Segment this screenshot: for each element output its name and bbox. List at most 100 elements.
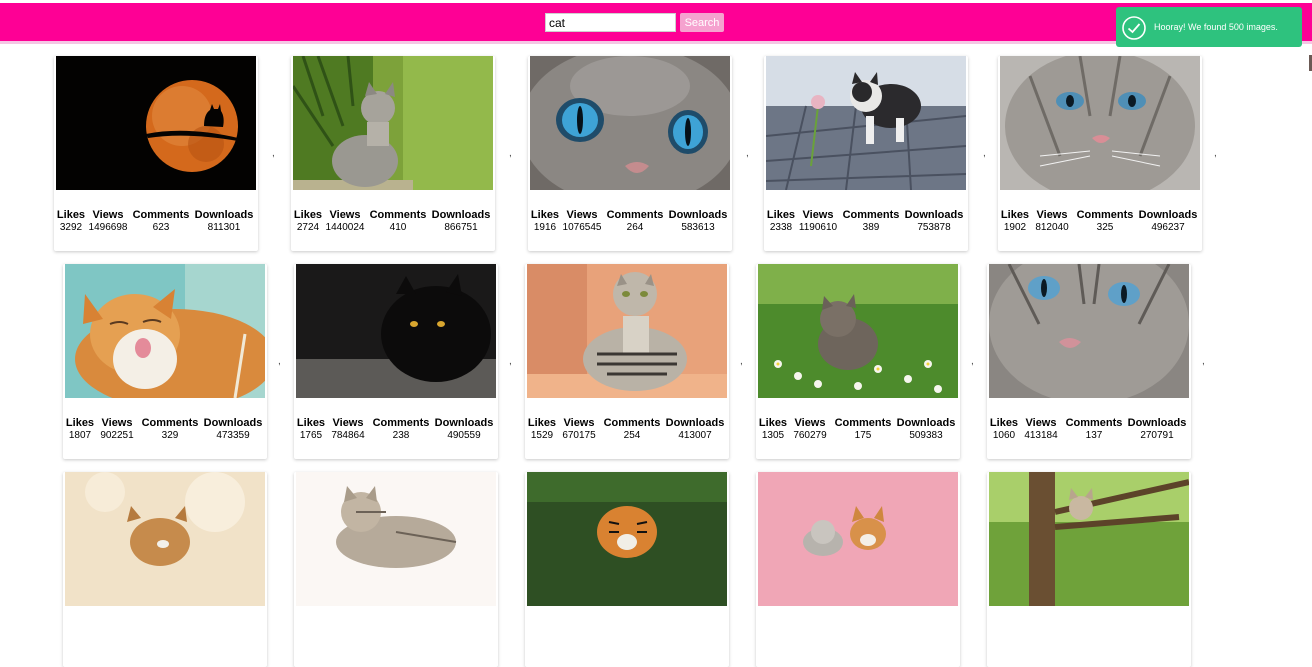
image-thumbnail[interactable] (758, 264, 958, 398)
likes-value: 2338 (769, 222, 793, 233)
comments-stat: Comments 254 (603, 417, 661, 442)
image-card[interactable]: Likes 2724 Views 1440024 Comments 410 Downl… (291, 56, 495, 251)
image-thumbnail[interactable] (527, 264, 727, 398)
image-card[interactable]: Likes 1807 Views 902251 Comments 329 Downlo… (63, 264, 267, 459)
image-card[interactable] (525, 472, 729, 667)
comments-label: Comments (369, 209, 427, 221)
image-card[interactable]: Likes 1916 Views 1076545 Comments 264 Downl… (528, 56, 732, 251)
likes-value: 1305 (761, 430, 785, 441)
views-stat: Views 1190610 (798, 209, 838, 234)
likes-stat: Likes 1765 (296, 417, 326, 442)
image-card[interactable] (987, 472, 1191, 667)
downloads-value: 509383 (909, 430, 943, 441)
image-stats: Likes 3292 Views 1496698 Comments 623 Downl… (54, 209, 258, 239)
likes-label: Likes (989, 417, 1019, 429)
separator: , (1214, 148, 1217, 159)
views-value: 784864 (331, 430, 365, 441)
views-label: Views (563, 417, 595, 429)
notification-toast[interactable]: Hooray! We found 500 images. (1116, 7, 1302, 47)
image-card[interactable]: Likes 1529 Views 670175 Comments 254 Downlo… (525, 264, 729, 459)
image-stats: Likes 1807 Views 902251 Comments 329 Downlo… (63, 417, 267, 447)
views-value: 1496698 (88, 222, 128, 233)
comments-value: 623 (152, 222, 170, 233)
downloads-label: Downloads (668, 209, 728, 221)
comments-label: Comments (372, 417, 430, 429)
likes-stat: Likes 1305 (758, 417, 788, 442)
downloads-label: Downloads (203, 417, 263, 429)
likes-stat: Likes 1902 (1000, 209, 1030, 234)
image-card[interactable]: Likes 2338 Views 1190610 Comments 389 Downl… (764, 56, 968, 251)
comments-stat: Comments 410 (369, 209, 427, 234)
image-stats: Likes 2338 Views 1190610 Comments 389 Downl… (764, 209, 968, 239)
views-stat: Views 784864 (328, 417, 368, 442)
image-stats: Likes 1060 Views 413184 Comments 137 Downlo… (987, 417, 1191, 447)
image-thumbnail[interactable] (989, 472, 1189, 606)
comments-stat: Comments 325 (1076, 209, 1134, 234)
comments-value: 329 (161, 430, 179, 441)
comments-value: 325 (1096, 222, 1114, 233)
likes-value: 2724 (296, 222, 320, 233)
views-stat: Views 1076545 (562, 209, 602, 234)
views-stat: Views 1440024 (325, 209, 365, 234)
views-value: 812040 (1035, 222, 1069, 233)
downloads-value: 270791 (1140, 430, 1174, 441)
likes-label: Likes (530, 209, 560, 221)
downloads-value: 496237 (1151, 222, 1185, 233)
image-thumbnail[interactable] (65, 264, 265, 398)
image-card[interactable]: Likes 3292 Views 1496698 Comments 623 Downl… (54, 56, 258, 251)
views-value: 1440024 (325, 222, 365, 233)
image-stats: Likes 1902 Views 812040 Comments 325 Downlo… (998, 209, 1202, 239)
image-thumbnail[interactable] (65, 472, 265, 606)
comments-value: 264 (626, 222, 644, 233)
image-thumbnail[interactable] (296, 264, 496, 398)
comments-value: 410 (389, 222, 407, 233)
downloads-stat: Downloads 413007 (663, 417, 727, 442)
image-thumbnail[interactable] (1000, 56, 1200, 190)
downloads-value: 811301 (207, 222, 241, 233)
separator: , (272, 148, 275, 159)
separator: , (740, 356, 743, 367)
downloads-value: 490559 (447, 430, 481, 441)
views-label: Views (92, 209, 124, 221)
downloads-label: Downloads (431, 209, 491, 221)
image-card[interactable]: Likes 1305 Views 760279 Comments 175 Downlo… (756, 264, 960, 459)
image-thumbnail[interactable] (527, 472, 727, 606)
image-thumbnail[interactable] (296, 472, 496, 606)
image-thumbnail[interactable] (530, 56, 730, 190)
likes-label: Likes (293, 209, 323, 221)
image-stats: Likes 1765 Views 784864 Comments 238 Downlo… (294, 417, 498, 447)
downloads-value: 413007 (678, 430, 712, 441)
image-card[interactable] (63, 472, 267, 667)
image-thumbnail[interactable] (989, 264, 1189, 398)
image-card[interactable]: Likes 1902 Views 812040 Comments 325 Downlo… (998, 56, 1202, 251)
comments-label: Comments (132, 209, 190, 221)
downloads-stat: Downloads 811301 (192, 209, 256, 234)
image-card[interactable]: Likes 1765 Views 784864 Comments 238 Downlo… (294, 264, 498, 459)
comments-label: Comments (141, 417, 199, 429)
downloads-value: 753878 (917, 222, 951, 233)
downloads-stat: Downloads 473359 (201, 417, 265, 442)
likes-label: Likes (758, 417, 788, 429)
views-label: Views (329, 209, 361, 221)
comments-label: Comments (1076, 209, 1134, 221)
downloads-label: Downloads (1127, 417, 1187, 429)
image-card[interactable] (294, 472, 498, 667)
comments-value: 254 (623, 430, 641, 441)
views-value: 670175 (562, 430, 596, 441)
image-thumbnail[interactable] (758, 472, 958, 606)
comments-value: 175 (854, 430, 872, 441)
views-value: 1190610 (798, 222, 838, 233)
search-button[interactable]: Search (680, 13, 724, 32)
views-label: Views (1036, 209, 1068, 221)
image-card[interactable] (756, 472, 960, 667)
comments-label: Comments (606, 209, 664, 221)
separator: , (971, 356, 974, 367)
comments-label: Comments (842, 209, 900, 221)
search-input[interactable] (545, 13, 676, 32)
image-thumbnail[interactable] (293, 56, 493, 190)
image-card[interactable]: Likes 1060 Views 413184 Comments 137 Downlo… (987, 264, 1191, 459)
toast-message: Hooray! We found 500 images. (1154, 22, 1278, 32)
image-thumbnail[interactable] (766, 56, 966, 190)
downloads-stat: Downloads 270791 (1125, 417, 1189, 442)
image-thumbnail[interactable] (56, 56, 256, 190)
